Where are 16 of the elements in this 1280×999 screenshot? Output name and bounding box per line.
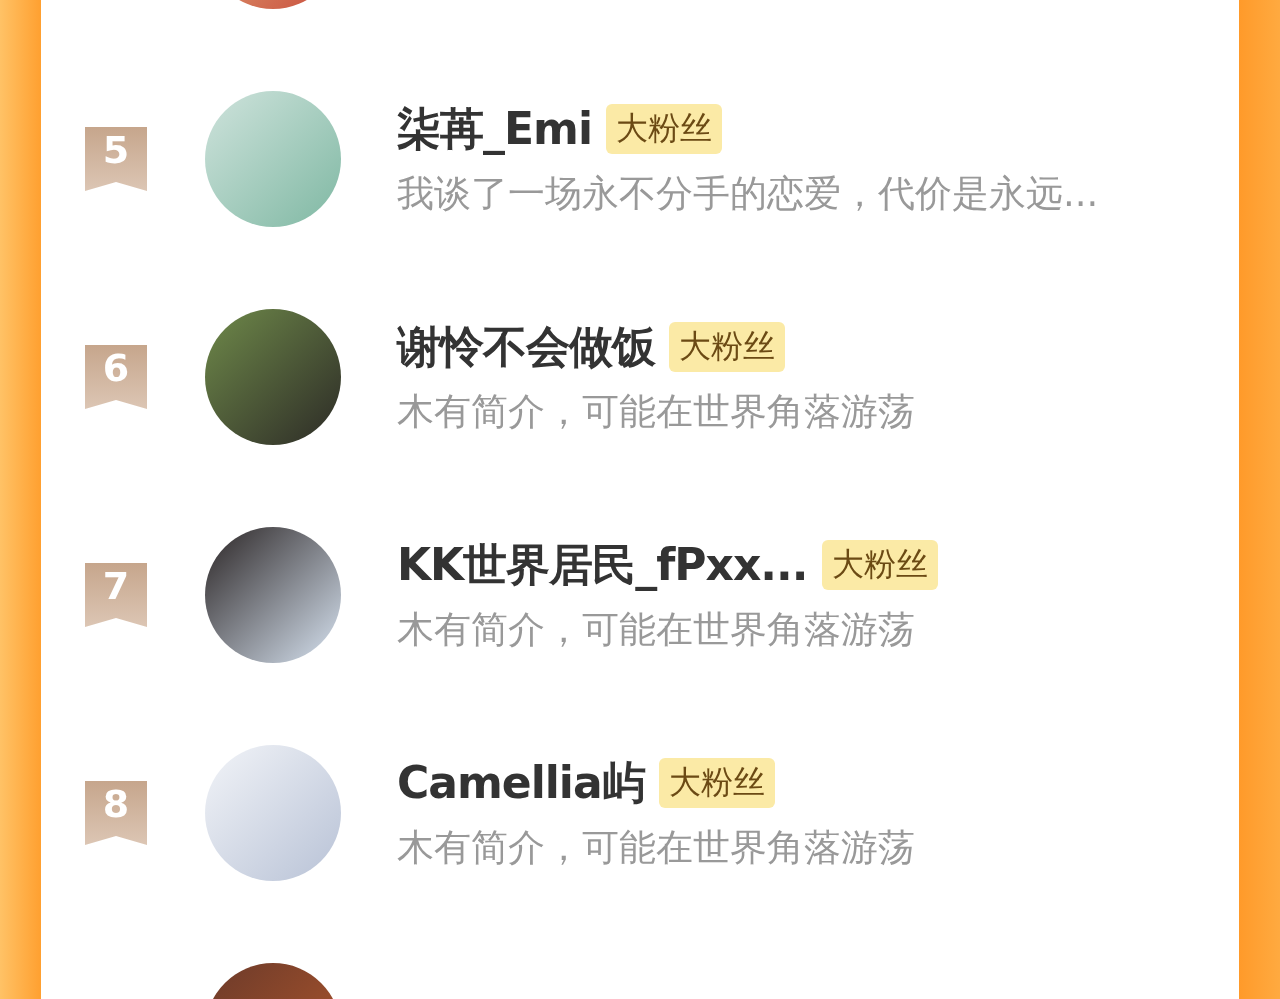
rank-ribbon: 7 bbox=[85, 563, 147, 627]
fan-name[interactable]: 柒苒_Emi bbox=[397, 99, 592, 159]
fan-level-tag: 大粉丝 bbox=[821, 540, 938, 590]
fan-bio: 木有简介，可能在世界角落游荡 bbox=[397, 388, 915, 435]
fan-bio: 我谈了一场永不分手的恋爱，代价是永远... bbox=[397, 170, 1099, 217]
fan-level-tag: 大粉丝 bbox=[669, 322, 785, 372]
fan-bio: 木有简介，可能在世界角落游荡 bbox=[397, 824, 915, 871]
rank-ribbon: 8 bbox=[85, 781, 147, 845]
fan-name[interactable]: Camellia屿 bbox=[397, 753, 645, 813]
fan-name[interactable]: KK世界居民_fPxx... bbox=[397, 535, 808, 595]
fan-bio: 木有简介，可能在世界角落游荡 bbox=[397, 606, 916, 653]
rank-ribbon: 5 bbox=[85, 127, 147, 191]
fan-name[interactable]: 谢怜不会做饭 bbox=[397, 317, 655, 377]
fan-level-tag: 大粉丝 bbox=[658, 758, 775, 808]
fan-level-tag: 大粉丝 bbox=[606, 104, 722, 154]
rank-ribbon: 6 bbox=[85, 345, 147, 409]
